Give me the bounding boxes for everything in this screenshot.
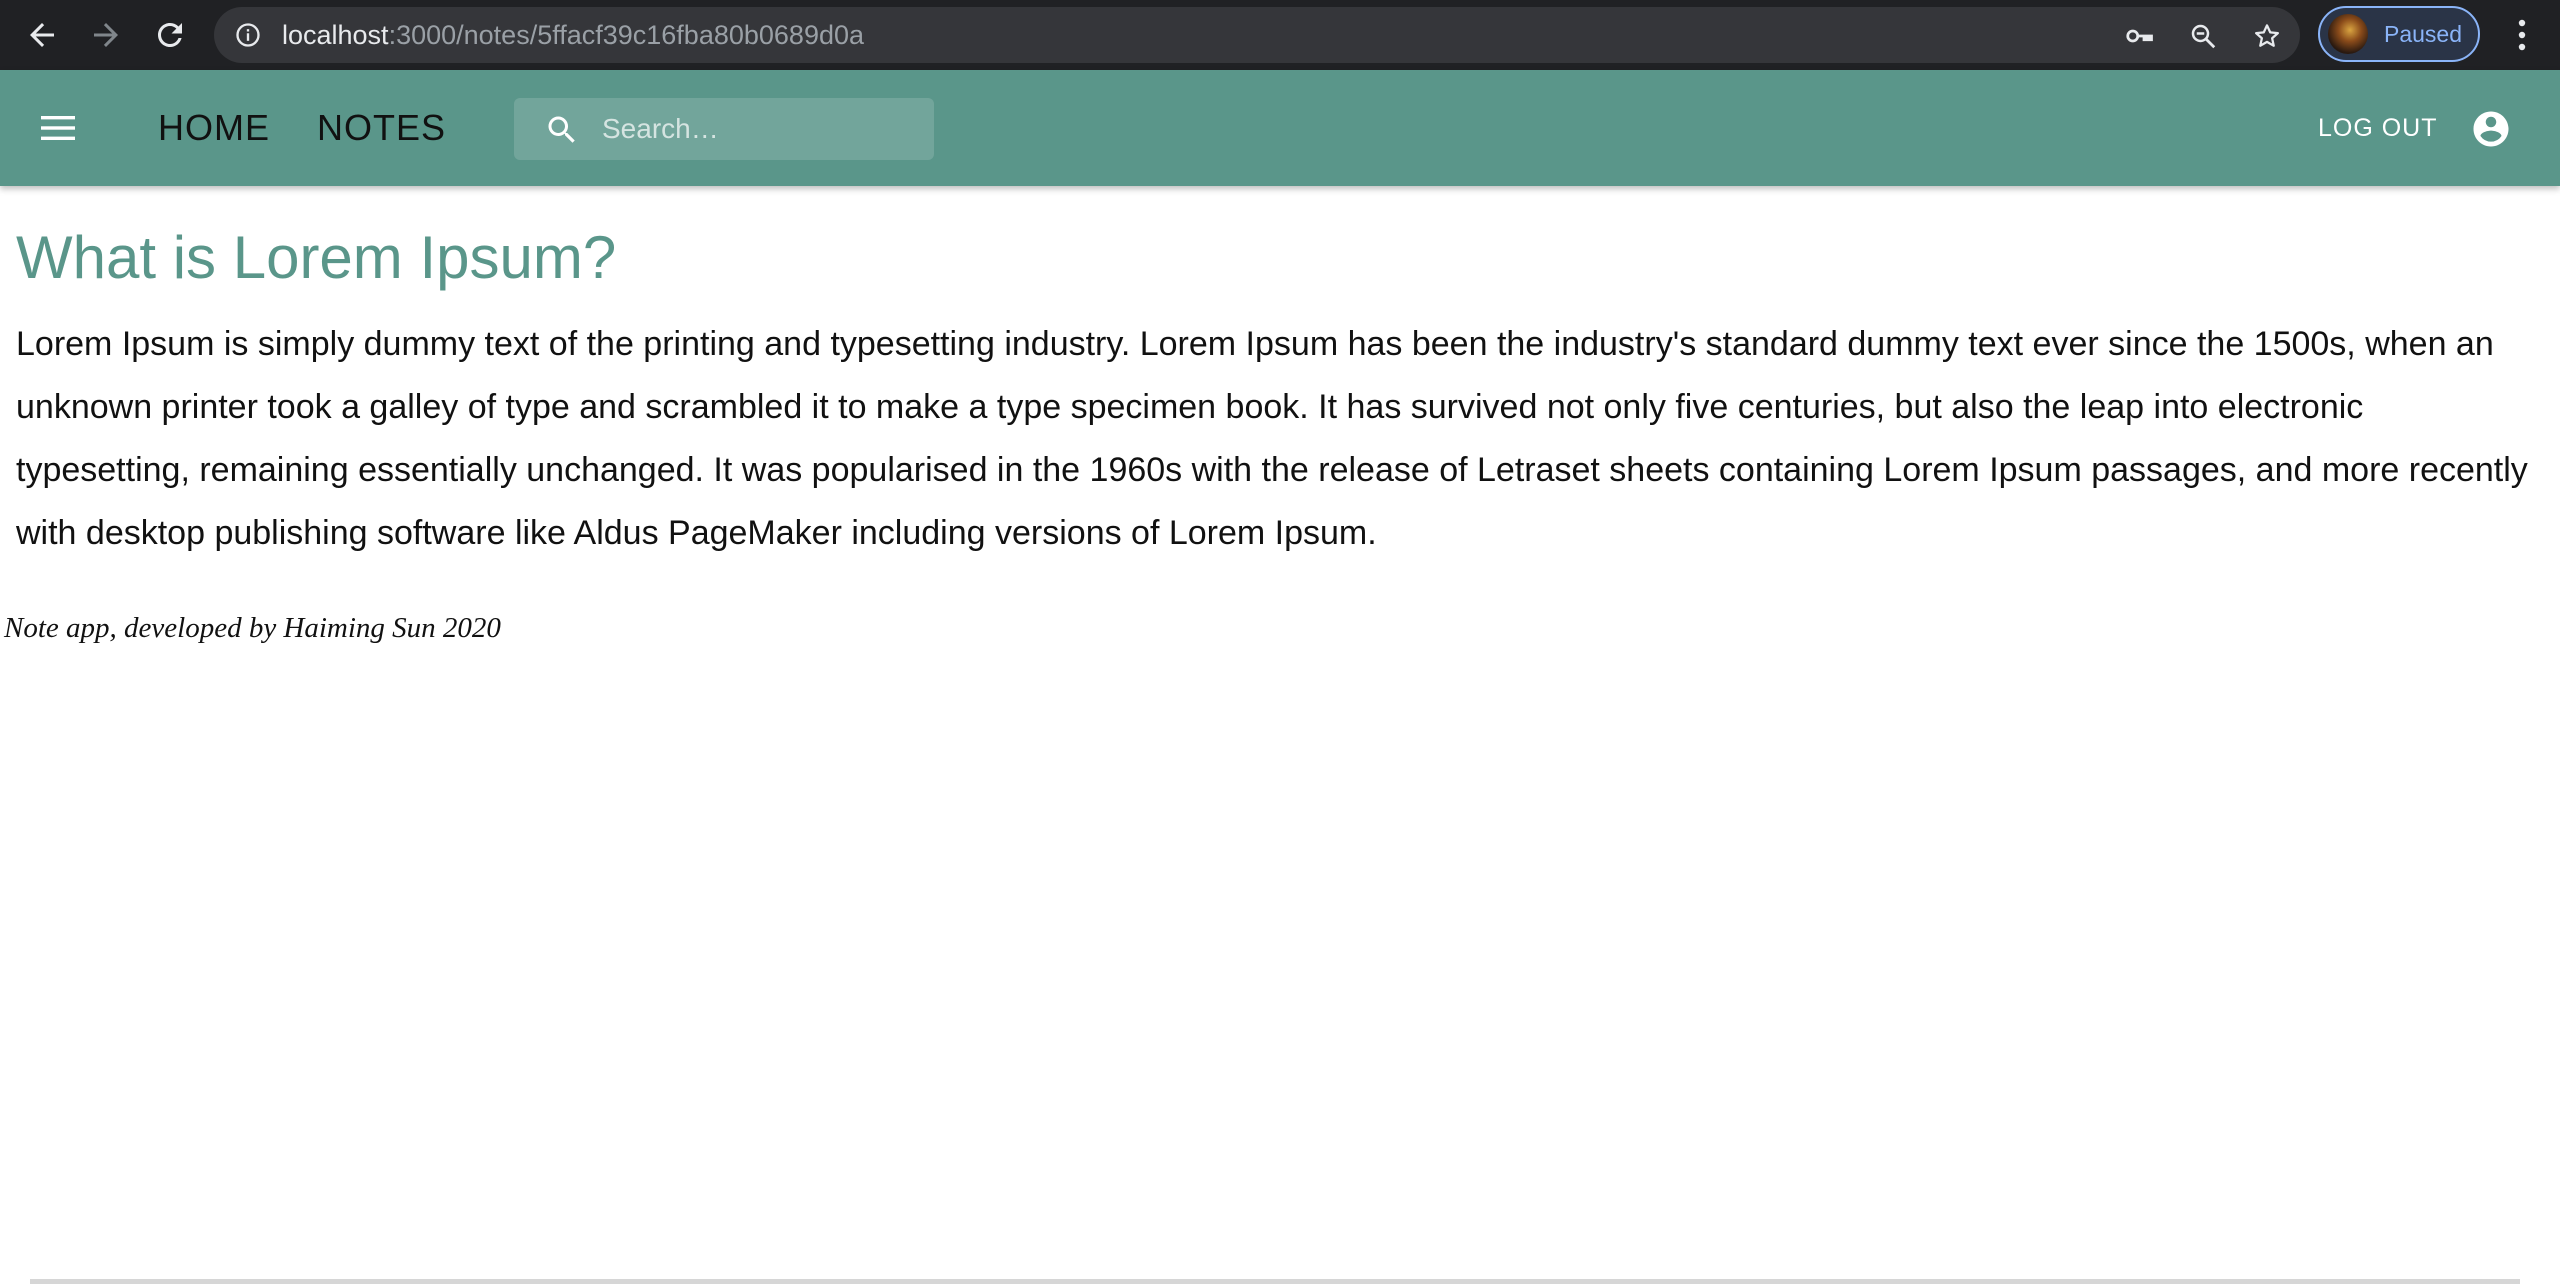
reload-button[interactable]: [148, 13, 192, 57]
back-arrow-icon: [30, 23, 54, 47]
logout-button[interactable]: LOG OUT: [2318, 70, 2438, 186]
key-icon[interactable]: [2124, 21, 2154, 51]
menu-button[interactable]: [34, 104, 82, 152]
forward-button[interactable]: [84, 13, 128, 57]
search-icon: [548, 116, 575, 143]
url-host: localhost: [282, 20, 389, 50]
nav-home-link[interactable]: HOME: [158, 70, 270, 186]
note-body: Lorem Ipsum is simply dummy text of the …: [16, 325, 2528, 552]
star-icon[interactable]: [2252, 21, 2282, 51]
hamburger-icon: [41, 116, 75, 140]
horizontal-scrollbar[interactable]: [30, 1279, 2520, 1284]
search-box[interactable]: [514, 98, 934, 160]
kebab-menu-icon: [2518, 19, 2526, 51]
footer-credit: Note app, developed by Haiming Sun 2020: [4, 612, 501, 644]
reload-icon: [158, 22, 182, 47]
profile-avatar: [2328, 14, 2368, 54]
forward-arrow-icon: [94, 23, 118, 47]
browser-menu-button[interactable]: [2500, 13, 2544, 57]
profile-button[interactable]: Paused: [2318, 6, 2480, 62]
zoom-icon[interactable]: [2188, 21, 2218, 51]
url-text: localhost:3000/notes/5ffacf39c16fba80b06…: [282, 7, 864, 63]
account-circle-icon[interactable]: [2470, 108, 2512, 150]
profile-status: Paused: [2384, 21, 2463, 47]
search-input[interactable]: [600, 98, 920, 160]
browser-toolbar: localhost:3000/notes/5ffacf39c16fba80b06…: [0, 0, 2560, 70]
note-title: What is Lorem Ipsum?: [16, 224, 617, 291]
back-button[interactable]: [20, 13, 64, 57]
app-bar: HOME NOTES LOG OUT: [0, 70, 2560, 186]
address-bar[interactable]: localhost:3000/notes/5ffacf39c16fba80b06…: [214, 7, 2300, 63]
url-path: :3000/notes/5ffacf39c16fba80b0689d0a: [388, 20, 865, 50]
info-icon[interactable]: [234, 21, 262, 49]
nav-notes-link[interactable]: NOTES: [317, 70, 446, 186]
